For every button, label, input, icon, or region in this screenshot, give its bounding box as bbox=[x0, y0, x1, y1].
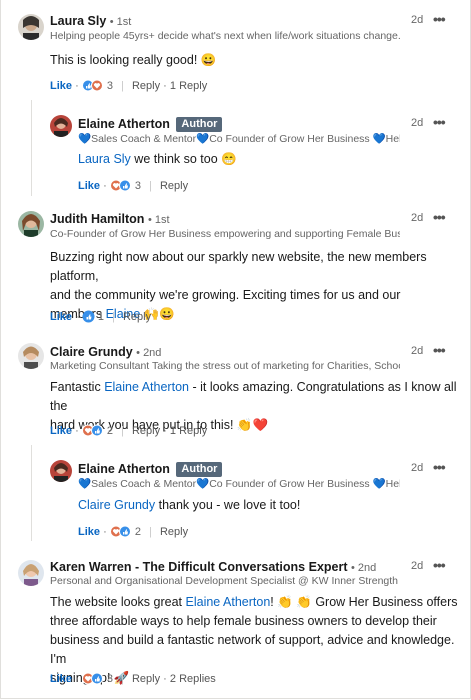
comment-time: 2d bbox=[411, 462, 424, 474]
comment-text: thank you - we love it too! bbox=[155, 498, 301, 512]
like-button[interactable]: Like bbox=[78, 180, 100, 192]
like-button[interactable]: Like bbox=[50, 311, 72, 323]
replies-count-link[interactable]: 2 Replies bbox=[170, 673, 216, 685]
reaction-count[interactable]: 3 bbox=[107, 80, 113, 92]
reactions-icon[interactable] bbox=[81, 424, 104, 440]
reaction-count[interactable]: 2 bbox=[135, 526, 141, 538]
reactions-icon[interactable] bbox=[81, 672, 104, 688]
reply-button[interactable]: Reply bbox=[132, 425, 160, 437]
reactions-icon[interactable] bbox=[109, 525, 132, 541]
comment-time: 2d bbox=[411, 345, 424, 357]
commenter-headline: 💙Sales Coach & Mentor💙Co Founder of Grow… bbox=[78, 133, 400, 145]
like-button[interactable]: Like bbox=[50, 80, 72, 92]
like-button[interactable]: Like bbox=[50, 425, 72, 437]
reply-button[interactable]: Reply bbox=[132, 80, 160, 92]
avatar[interactable] bbox=[18, 343, 44, 369]
reactions-icon[interactable] bbox=[109, 179, 132, 195]
reply-button[interactable]: Reply bbox=[123, 311, 151, 323]
avatar[interactable] bbox=[50, 460, 72, 482]
commenter-headline: Marketing Consultant Taking the stress o… bbox=[50, 360, 400, 372]
commenter-name[interactable]: Laura Sly bbox=[50, 14, 106, 28]
avatar[interactable] bbox=[18, 560, 44, 586]
ellipsis-icon[interactable]: ••• bbox=[433, 459, 446, 475]
ellipsis-icon[interactable]: ••• bbox=[433, 557, 446, 573]
reaction-count[interactable]: 3 bbox=[107, 673, 113, 685]
author-badge: Author bbox=[176, 117, 223, 132]
mention-link[interactable]: Claire Grundy bbox=[78, 498, 155, 512]
like-reaction-icon[interactable] bbox=[82, 310, 95, 326]
connection-degree: • 1st bbox=[109, 16, 132, 28]
commenter-name[interactable]: Claire Grundy bbox=[50, 345, 133, 359]
comment-time: 2d bbox=[411, 212, 424, 224]
ellipsis-icon[interactable]: ••• bbox=[433, 342, 446, 358]
commenter-headline: Co-Founder of Grow Her Business empoweri… bbox=[50, 228, 400, 240]
mention-link[interactable]: Elaine Atherton bbox=[104, 380, 189, 394]
thread-line bbox=[31, 100, 32, 196]
connection-degree: • 2nd bbox=[351, 562, 377, 574]
reaction-count[interactable]: 3 bbox=[135, 180, 141, 192]
mention-link[interactable]: Elaine Atherton bbox=[186, 595, 271, 609]
like-button[interactable]: Like bbox=[50, 673, 72, 685]
reply-button[interactable]: Reply bbox=[160, 180, 188, 192]
comment-time: 2d bbox=[411, 117, 424, 129]
commenter-name[interactable]: Elaine Atherton bbox=[78, 117, 170, 131]
comment-time: 2d bbox=[411, 14, 424, 26]
commenter-headline: Helping people 45yrs+ decide what's next… bbox=[50, 30, 400, 42]
commenter-headline: Personal and Organisational Development … bbox=[50, 575, 400, 587]
like-button[interactable]: Like bbox=[78, 526, 100, 538]
comment-text: we think so too 😁 bbox=[130, 152, 237, 166]
author-badge: Author bbox=[176, 462, 223, 477]
ellipsis-icon[interactable]: ••• bbox=[433, 209, 446, 225]
commenter-name[interactable]: Karen Warren - The Difficult Conversatio… bbox=[50, 560, 348, 574]
reply-button[interactable]: Reply bbox=[160, 526, 188, 538]
reactions-icon[interactable] bbox=[81, 79, 104, 95]
reaction-count[interactable]: 2 bbox=[107, 425, 113, 437]
commenter-headline: 💙Sales Coach & Mentor💙Co Founder of Grow… bbox=[78, 478, 400, 490]
connection-degree: • 1st bbox=[147, 214, 170, 226]
mention-link[interactable]: Laura Sly bbox=[78, 152, 131, 166]
reaction-count[interactable]: 1 bbox=[98, 311, 104, 323]
reply-button[interactable]: Reply bbox=[132, 673, 160, 685]
replies-count-link[interactable]: 1 Reply bbox=[170, 80, 207, 92]
comment-text: This is looking really good! 😀 bbox=[50, 53, 217, 67]
avatar[interactable] bbox=[18, 14, 44, 40]
comment-time: 2d bbox=[411, 560, 424, 572]
ellipsis-icon[interactable]: ••• bbox=[433, 114, 446, 130]
connection-degree: • 2nd bbox=[136, 347, 162, 359]
avatar[interactable] bbox=[50, 115, 72, 137]
avatar[interactable] bbox=[18, 211, 44, 237]
commenter-name[interactable]: Judith Hamilton bbox=[50, 212, 144, 226]
thread-line bbox=[31, 445, 32, 541]
replies-count-link[interactable]: 1 Reply bbox=[170, 425, 207, 437]
commenter-name[interactable]: Elaine Atherton bbox=[78, 462, 170, 476]
ellipsis-icon[interactable]: ••• bbox=[433, 11, 446, 27]
